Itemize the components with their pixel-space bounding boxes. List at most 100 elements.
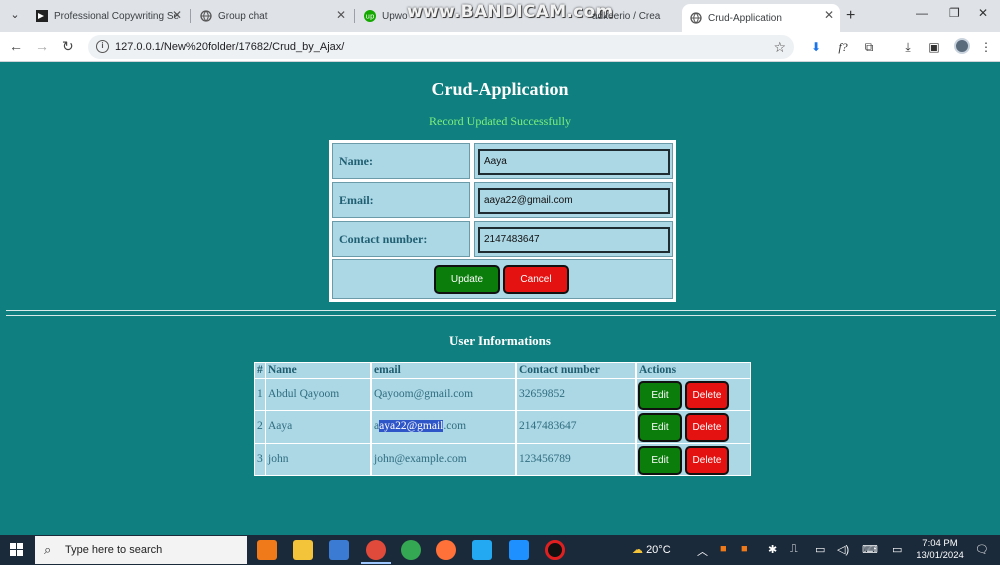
- row-email: aaya22@gmail.com: [372, 411, 515, 443]
- cancel-button[interactable]: Cancel: [503, 265, 569, 294]
- tray-xampp-icon[interactable]: ■: [720, 543, 727, 555]
- bookmark-star-icon[interactable]: ☆: [773, 35, 786, 59]
- contact-label: Contact number:: [332, 221, 470, 257]
- menu-kebab-icon[interactable]: ⋮: [978, 39, 994, 55]
- keyboard-icon[interactable]: ⌨: [862, 543, 878, 556]
- divider: [6, 315, 996, 316]
- tab-create[interactable]: adkeerio / Crea: [588, 4, 680, 28]
- window-close-icon[interactable]: ✕: [978, 6, 988, 20]
- tab-copywriting[interactable]: Professional Copywriting Se ✕: [28, 4, 188, 28]
- table-header-row: # Name email Contact number Actions: [254, 363, 751, 378]
- bluetooth-icon[interactable]: ✱: [768, 543, 777, 556]
- row-actions: Edit Delete: [637, 379, 750, 410]
- site-info-icon[interactable]: i: [96, 40, 109, 53]
- clock-date: 13/01/2024: [916, 550, 964, 561]
- profile-avatar[interactable]: [954, 38, 970, 54]
- extensions-puzzle-icon[interactable]: ⧉: [861, 39, 877, 55]
- form-row-email: Email: aaya22@gmail.com: [332, 182, 673, 218]
- reload-icon[interactable]: ↻: [62, 38, 74, 55]
- bandicam-watermark: www.BANDICAM.com: [407, 2, 614, 22]
- header-contact: Contact number: [517, 363, 635, 378]
- page-title: Crud-Application: [431, 79, 569, 99]
- tab-label: Professional Copywriting Se: [54, 10, 180, 22]
- table-row: 1 Abdul Qayoom Qayoom@gmail.com 32659852…: [254, 379, 751, 410]
- row-name: john: [266, 444, 370, 475]
- file-explorer-icon[interactable]: [293, 540, 313, 560]
- row-name: Abdul Qayoom: [266, 379, 370, 410]
- edit-button[interactable]: Edit: [638, 446, 682, 475]
- forward-arrow-icon[interactable]: →: [35, 38, 49, 54]
- xampp-icon[interactable]: [257, 540, 277, 560]
- back-arrow-icon[interactable]: ←: [9, 38, 23, 54]
- restore-icon[interactable]: ❐: [949, 6, 960, 20]
- tab-label: Crud-Application: [708, 12, 782, 24]
- firefox-icon[interactable]: [436, 540, 456, 560]
- system-clock[interactable]: 7:04 PM 13/01/2024: [916, 538, 964, 562]
- header-actions: Actions: [637, 363, 750, 378]
- clock-time: 7:04 PM: [922, 538, 958, 549]
- app-arrow-icon[interactable]: [329, 540, 349, 560]
- close-icon[interactable]: ✕: [172, 8, 182, 22]
- users-section-title: User Informations: [449, 333, 551, 348]
- tab-upwork[interactable]: up Upwor: [356, 4, 408, 28]
- vscode-icon[interactable]: [472, 540, 492, 560]
- delete-button[interactable]: Delete: [685, 381, 729, 410]
- windows-start-icon[interactable]: [10, 543, 24, 557]
- header-name: Name: [266, 363, 370, 378]
- tray-app-icon[interactable]: ■: [741, 543, 748, 555]
- new-tab-button[interactable]: +: [846, 7, 855, 25]
- row-actions: Edit Delete: [637, 411, 750, 443]
- download-extension-icon[interactable]: ⬇: [808, 39, 824, 55]
- divider: [6, 310, 996, 311]
- close-icon[interactable]: ✕: [824, 8, 834, 22]
- tab-search-chevron-icon[interactable]: ⌄: [6, 6, 24, 24]
- taskbar-search-input[interactable]: ⌕ Type here to search: [35, 536, 247, 564]
- email-suffix: .com: [443, 420, 467, 432]
- row-index: 1: [255, 379, 265, 410]
- globe-icon: [690, 12, 702, 24]
- page-content: Crud-Application Record Updated Successf…: [0, 63, 1000, 535]
- edit-button[interactable]: Edit: [638, 413, 682, 442]
- tab-label: adkeerio / Crea: [592, 10, 661, 22]
- function-extension-icon[interactable]: f?: [835, 39, 851, 55]
- name-label: Name:: [332, 143, 470, 179]
- weather-widget[interactable]: ☁ 20°C: [632, 543, 671, 556]
- table-row: 2 Aaya aaya22@gmail.com 2147483647 Edit …: [254, 411, 751, 443]
- upwork-icon: up: [364, 10, 376, 22]
- minimize-icon[interactable]: —: [916, 6, 928, 20]
- delete-button[interactable]: Delete: [685, 413, 729, 442]
- side-panel-icon[interactable]: ▣: [926, 39, 942, 55]
- chrome-canary-icon[interactable]: [366, 540, 386, 560]
- tab-crud-application[interactable]: Crud-Application ✕: [682, 4, 840, 32]
- email-cell: aaya22@gmail.com: [474, 182, 673, 218]
- tray-chevron-icon[interactable]: ︿: [697, 543, 708, 559]
- display-icon[interactable]: ▭: [892, 543, 902, 556]
- active-app-indicator: [361, 562, 391, 564]
- volume-icon[interactable]: ◁): [837, 543, 849, 556]
- form-buttons-row: Update Cancel: [332, 259, 673, 299]
- tab-label: Group chat: [218, 10, 268, 22]
- row-contact: 123456789: [517, 444, 635, 475]
- email-input[interactable]: aaya22@gmail.com: [478, 188, 670, 214]
- contact-input[interactable]: 2147483647: [478, 227, 670, 253]
- name-input[interactable]: Aaya: [478, 149, 670, 175]
- search-icon: ⌕: [44, 542, 52, 557]
- close-icon[interactable]: ✕: [336, 8, 346, 22]
- weather-cloud-icon: ☁: [632, 544, 643, 556]
- chrome-icon[interactable]: [401, 540, 421, 560]
- form-row-contact: Contact number: 2147483647: [332, 221, 673, 257]
- edit-button[interactable]: Edit: [638, 381, 682, 410]
- row-contact: 32659852: [517, 379, 635, 410]
- bandicam-record-icon[interactable]: [545, 540, 565, 560]
- battery-icon[interactable]: ▭: [815, 543, 825, 556]
- update-button[interactable]: Update: [434, 265, 500, 294]
- tab-group-chat[interactable]: Group chat ✕: [192, 4, 352, 28]
- network-icon[interactable]: ⎍: [790, 543, 798, 556]
- delete-button[interactable]: Delete: [685, 446, 729, 475]
- downloads-icon[interactable]: ⤓: [900, 39, 916, 55]
- skype-icon[interactable]: [509, 540, 529, 560]
- address-bar[interactable]: i 127.0.0.1/New%20folder/17682/Crud_by_A…: [88, 35, 794, 59]
- browser-toolbar: ← → ↻ i 127.0.0.1/New%20folder/17682/Cru…: [0, 32, 1000, 62]
- header-index: #: [255, 363, 265, 378]
- notification-icon[interactable]: 🗨: [975, 543, 989, 556]
